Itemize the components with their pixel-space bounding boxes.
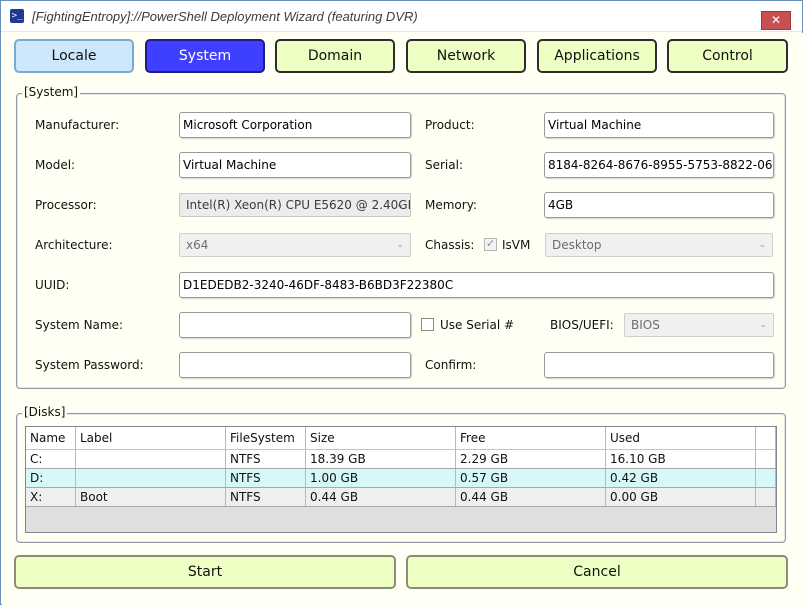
table-row[interactable]: C: NTFS 18.39 GB 2.29 GB 16.10 GB [26, 450, 776, 469]
product-label: Product: [425, 118, 475, 132]
cell-filler [756, 450, 776, 468]
manufacturer-field[interactable]: Microsoft Corporation [179, 112, 411, 138]
serial-label: Serial: [425, 158, 463, 172]
processor-label: Processor: [35, 198, 97, 212]
cell-used: 0.42 GB [606, 469, 756, 487]
cell-filler [756, 469, 776, 487]
table-row[interactable]: D: NTFS 1.00 GB 0.57 GB 0.42 GB [26, 469, 776, 488]
processor-select[interactable]: Intel(R) Xeon(R) CPU E5620 @ 2.40GHz ⌄ [179, 193, 411, 217]
bios-label: BIOS/UEFI: [550, 318, 614, 332]
grid-header: Name Label FileSystem Size Free Used [26, 427, 776, 450]
chevron-down-icon: ⌄ [396, 200, 404, 210]
cell-name: C: [26, 450, 76, 468]
system-password-field[interactable] [179, 352, 411, 378]
cell-filesystem: NTFS [226, 488, 306, 506]
cell-free: 2.29 GB [456, 450, 606, 468]
isvm-checkbox[interactable]: ✓ [484, 238, 497, 251]
architecture-label: Architecture: [35, 238, 113, 252]
cell-label: Boot [76, 488, 226, 506]
cell-free: 0.44 GB [456, 488, 606, 506]
system-password-label: System Password: [35, 358, 144, 372]
wizard-window: >_ [FightingEntropy]://PowerShell Deploy… [0, 0, 803, 605]
confirm-field[interactable] [544, 352, 774, 378]
tab-control[interactable]: Control [667, 39, 788, 73]
cell-filler [756, 488, 776, 506]
model-label: Model: [35, 158, 76, 172]
manufacturer-label: Manufacturer: [35, 118, 120, 132]
uuid-label: UUID: [35, 278, 70, 292]
chassis-select[interactable]: Desktop ⌄ [545, 233, 773, 257]
cell-size: 0.44 GB [306, 488, 456, 506]
title-bar[interactable]: >_ [FightingEntropy]://PowerShell Deploy… [1, 1, 802, 32]
cell-label [76, 450, 226, 468]
cell-size: 18.39 GB [306, 450, 456, 468]
column-header-used[interactable]: Used [606, 427, 756, 449]
serial-field[interactable]: 8184-8264-8676-8955-5753-8822-06 [544, 152, 774, 178]
column-header-filesystem[interactable]: FileSystem [226, 427, 306, 449]
close-button[interactable]: ✕ [761, 11, 791, 30]
disks-group-legend: [Disks] [22, 405, 68, 419]
use-serial-checkbox[interactable] [421, 318, 434, 331]
table-row[interactable]: X: Boot NTFS 0.44 GB 0.44 GB 0.00 GB [26, 488, 776, 507]
chassis-label: Chassis: [425, 238, 475, 252]
tab-network[interactable]: Network [406, 39, 526, 73]
cancel-button[interactable]: Cancel [406, 555, 788, 589]
checkmark-icon: ✓ [485, 238, 496, 250]
window-title: [FightingEntropy]://PowerShell Deploymen… [32, 9, 418, 24]
tab-system[interactable]: System [145, 39, 265, 73]
tab-applications[interactable]: Applications [537, 39, 657, 73]
column-header-name[interactable]: Name [26, 427, 76, 449]
model-field[interactable]: Virtual Machine [179, 152, 411, 178]
isvm-label: IsVM [502, 238, 531, 252]
architecture-value: x64 [186, 238, 209, 252]
start-button[interactable]: Start [14, 555, 396, 589]
column-header-free[interactable]: Free [456, 427, 606, 449]
system-name-field[interactable] [179, 312, 411, 338]
disks-grid[interactable]: Name Label FileSystem Size Free Used C: … [25, 426, 777, 533]
cell-name: X: [26, 488, 76, 506]
cell-label [76, 469, 226, 487]
cell-name: D: [26, 469, 76, 487]
processor-value: Intel(R) Xeon(R) CPU E5620 @ 2.40GHz [186, 198, 411, 212]
bios-value: BIOS [631, 318, 660, 332]
chevron-down-icon: ⌄ [759, 320, 767, 330]
cell-free: 0.57 GB [456, 469, 606, 487]
client-area: Locale System Domain Network Application… [2, 33, 803, 605]
memory-field[interactable]: 4GB [544, 192, 774, 218]
cell-filesystem: NTFS [226, 450, 306, 468]
use-serial-label: Use Serial # [440, 318, 515, 332]
system-group-legend: [System] [22, 85, 81, 99]
column-header-size[interactable]: Size [306, 427, 456, 449]
chevron-down-icon: ⌄ [396, 240, 404, 250]
powershell-icon: >_ [10, 9, 24, 23]
tab-domain[interactable]: Domain [275, 39, 395, 73]
uuid-field[interactable]: D1EDEDB2-3240-46DF-8483-B6BD3F22380C [179, 272, 774, 298]
column-header-filler [756, 427, 776, 449]
architecture-select[interactable]: x64 ⌄ [179, 233, 411, 257]
cell-filesystem: NTFS [226, 469, 306, 487]
system-name-label: System Name: [35, 318, 124, 332]
chassis-value: Desktop [552, 238, 602, 252]
memory-label: Memory: [425, 198, 477, 212]
column-header-label[interactable]: Label [76, 427, 226, 449]
tab-locale[interactable]: Locale [14, 39, 134, 73]
cell-used: 0.00 GB [606, 488, 756, 506]
product-field[interactable]: Virtual Machine [544, 112, 774, 138]
bios-select[interactable]: BIOS ⌄ [624, 313, 774, 337]
cell-used: 16.10 GB [606, 450, 756, 468]
cell-size: 1.00 GB [306, 469, 456, 487]
chevron-down-icon: ⌄ [758, 240, 766, 250]
confirm-label: Confirm: [425, 358, 477, 372]
